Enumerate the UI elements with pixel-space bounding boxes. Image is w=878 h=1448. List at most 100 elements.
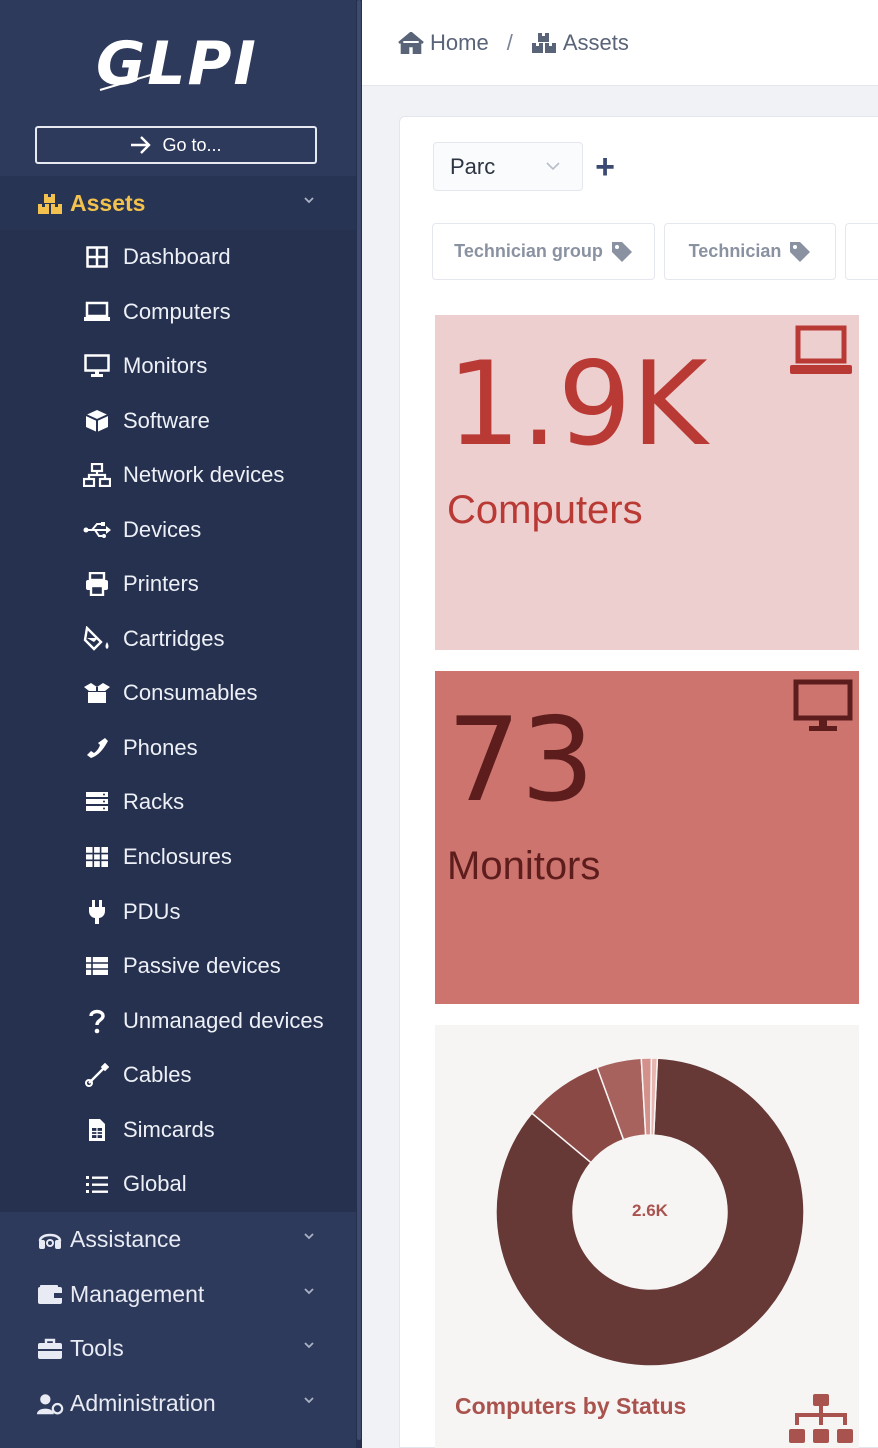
sidebar-item-label: Network devices <box>123 462 285 487</box>
tile-monitors[interactable]: 73 Monitors <box>435 671 859 1004</box>
menu-assets[interactable]: Assets <box>0 176 356 231</box>
phone-icon <box>83 734 111 762</box>
sidebar-item-unmanaged-devices[interactable]: Unmanaged devices <box>0 994 356 1048</box>
server-icon <box>83 788 111 816</box>
tile-computers[interactable]: 1.9K Computers <box>435 315 859 650</box>
sidebar-item-label: Enclosures <box>123 844 232 869</box>
plug-icon <box>83 898 111 926</box>
sidebar-item-label: Software <box>123 408 210 433</box>
sim-card-icon <box>83 1116 111 1144</box>
question-icon <box>83 1007 111 1035</box>
sidebar-item-label: PDUs <box>123 899 181 924</box>
sidebar-item-label: Global <box>123 1171 187 1196</box>
glpi-logo[interactable]: GLPI <box>96 28 266 100</box>
printer-icon <box>83 570 111 598</box>
sidebar-item-passive-devices[interactable]: Passive devices <box>0 939 356 993</box>
sidebar-item-label: Monitors <box>123 353 208 378</box>
sidebar-item-printers[interactable]: Printers <box>0 557 356 611</box>
network-icon <box>83 461 111 489</box>
desktop-icon <box>83 352 111 380</box>
glpi-logo-text: GLPI <box>96 29 258 99</box>
menu-label: Management <box>70 1281 205 1307</box>
menu-assets-label: Assets <box>70 190 146 216</box>
menu-tools[interactable]: Tools <box>0 1321 356 1376</box>
sidebar-item-monitors[interactable]: Monitors <box>0 339 356 393</box>
goto-label: Go to... <box>162 134 222 155</box>
dashboard-selector-value: Parc <box>450 153 496 179</box>
menu-label: Tools <box>70 1335 124 1361</box>
filter-partial[interactable] <box>845 223 878 280</box>
sidebar-item-consumables[interactable]: Consumables <box>0 666 356 720</box>
donut-chart: 2.6K <box>495 1057 805 1367</box>
sidebar-item-simcards[interactable]: Simcards <box>0 1103 356 1157</box>
menu-label: Assistance <box>70 1226 182 1252</box>
sidebar-item-label: Devices <box>123 517 202 542</box>
breadcrumb-home[interactable]: Home <box>398 30 489 56</box>
sidebar-item-software[interactable]: Software <box>0 394 356 448</box>
sidebar-scrollbar[interactable] <box>356 0 362 1448</box>
sidebar-item-cartridges[interactable]: Cartridges <box>0 612 356 666</box>
sidebar-item-label: Consumables <box>123 680 258 705</box>
sidebar-item-devices[interactable]: Devices <box>0 503 356 557</box>
tile-computers-by-status[interactable]: 2.6K Computers by Status <box>435 1025 859 1448</box>
top-bar: Home / Assets <box>362 0 878 86</box>
sidebar-item-label: Cartridges <box>123 626 225 651</box>
chevron-down-icon <box>546 162 560 171</box>
sidebar-item-label: Racks <box>123 789 185 814</box>
cube-icon <box>83 407 111 435</box>
tag-icon <box>611 241 632 262</box>
sidebar-item-network-devices[interactable]: Network devices <box>0 448 356 502</box>
monitors-count: 73 <box>447 693 595 828</box>
sidebar-item-computers[interactable]: Computers <box>0 285 356 339</box>
laptop-icon <box>83 298 111 326</box>
filter-label: Technician <box>688 241 782 261</box>
chevron-down-icon <box>304 1233 314 1240</box>
donut-center-label: 2.6K <box>632 1201 669 1220</box>
dashboard-icon <box>83 243 111 271</box>
sidebar-item-enclosures[interactable]: Enclosures <box>0 830 356 884</box>
boxes-icon <box>36 190 64 218</box>
goto-button[interactable]: Go to... <box>35 126 317 164</box>
list-icon <box>83 1170 111 1198</box>
sidebar-item-label: Dashboard <box>123 244 231 269</box>
list-table-icon <box>83 952 111 980</box>
wallet-icon <box>36 1281 64 1309</box>
menu-management[interactable]: Management <box>0 1267 356 1322</box>
fill-drip-icon <box>83 625 111 653</box>
sidebar-item-label: Unmanaged devices <box>123 1008 324 1033</box>
sidebar-item-label: Computers <box>123 299 231 324</box>
computers-label: Computers <box>447 488 643 532</box>
breadcrumb-assets[interactable]: Assets <box>531 30 629 56</box>
chevron-down-icon <box>304 1288 314 1295</box>
scrollbar-thumb[interactable] <box>357 0 361 1440</box>
user-cog-icon <box>36 1390 64 1418</box>
menu-label: Administration <box>70 1390 216 1416</box>
monitors-label: Monitors <box>447 844 601 888</box>
sidebar-item-cables[interactable]: Cables <box>0 1048 356 1102</box>
briefcase-icon <box>36 1335 64 1363</box>
breadcrumb-assets-label: Assets <box>562 29 629 55</box>
sidebar-item-dashboard[interactable]: Dashboard <box>0 230 356 284</box>
dashboard-selector[interactable]: Parc <box>433 142 583 191</box>
headset-icon <box>36 1226 64 1254</box>
chevron-down-icon <box>304 1342 314 1349</box>
usb-icon <box>83 516 111 544</box>
filter-label: Technician group <box>454 241 603 261</box>
cable-icon <box>83 1061 111 1089</box>
assets-submenu: Dashboard Computers Monitors Software Ne… <box>0 230 356 1212</box>
sidebar-item-label: Printers <box>123 571 199 596</box>
computers-count: 1.9K <box>447 337 708 472</box>
chart-title: Computers by Status <box>455 1393 687 1419</box>
box-open-icon <box>83 679 111 707</box>
sidebar: GLPI Go to... Assets Dashboard Computers… <box>0 0 362 1448</box>
filter-technician-group[interactable]: Technician group <box>432 223 655 280</box>
breadcrumb: Home / Assets <box>398 30 629 56</box>
menu-assistance[interactable]: Assistance <box>0 1212 356 1267</box>
filter-technician[interactable]: Technician <box>664 223 836 280</box>
add-dashboard-button[interactable]: + <box>592 150 618 184</box>
sidebar-item-pdus[interactable]: PDUs <box>0 885 356 939</box>
sidebar-item-global[interactable]: Global <box>0 1157 356 1211</box>
menu-administration[interactable]: Administration <box>0 1376 356 1431</box>
sidebar-item-phones[interactable]: Phones <box>0 721 356 775</box>
sidebar-item-racks[interactable]: Racks <box>0 775 356 829</box>
